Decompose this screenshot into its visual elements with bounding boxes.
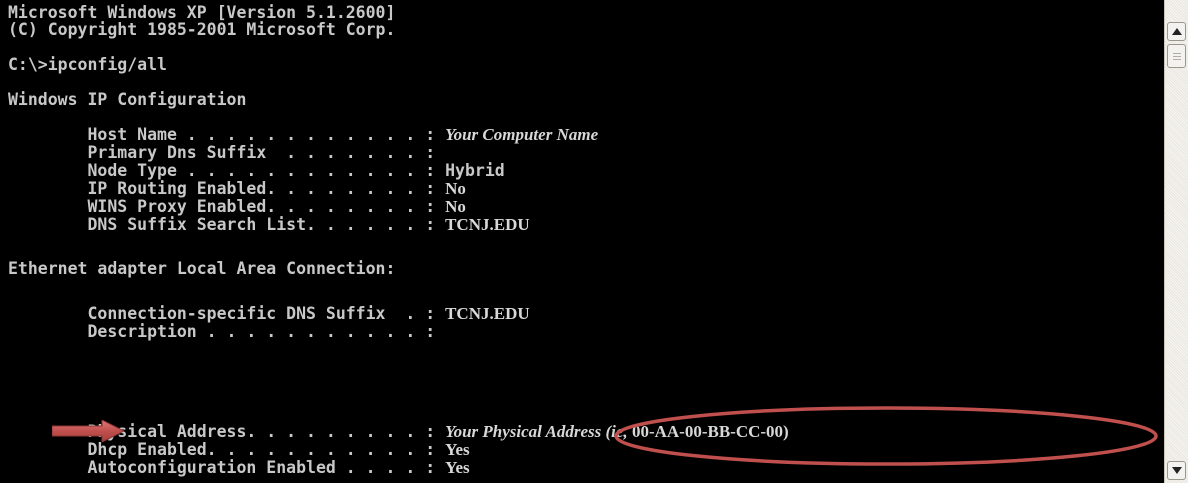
row-value: TCNJ.EDU <box>445 215 530 234</box>
thumb-grip-line <box>1173 59 1181 60</box>
row-key: Node Type . . . . . . . . . . . . : <box>8 161 446 180</box>
row-key: Autoconfiguration Enabled . . . . : <box>8 458 446 477</box>
right-arrow-icon <box>52 420 124 442</box>
scroll-up-button[interactable] <box>1167 22 1186 41</box>
command-line: C:\>ipconfig/all <box>8 55 167 74</box>
row-value-italic: Your Physical Address (ie, <box>445 422 632 441</box>
row-key: Host Name . . . . . . . . . . . . : <box>8 125 446 144</box>
vertical-scrollbar[interactable] <box>1164 0 1188 483</box>
ip-row-node-type: Node Type . . . . . . . . . . . . : Hybr… <box>8 161 505 180</box>
row-value: TCNJ.EDU <box>445 304 530 323</box>
ip-row-host-name: Host Name . . . . . . . . . . . . : Your… <box>8 126 598 144</box>
row-key: DNS Suffix Search List. . . . . . : <box>8 215 446 234</box>
scroll-thumb[interactable] <box>1167 44 1186 68</box>
row-key: Primary Dns Suffix . . . . . . . : <box>8 143 446 162</box>
row-key: Dhcp Enabled. . . . . . . . . . . : <box>8 440 446 459</box>
eth-row-connection-dns-suffix: Connection-specific DNS Suffix . : TCNJ.… <box>8 304 530 323</box>
highlight-ellipse <box>614 406 1158 466</box>
ip-row-wins-proxy: WINS Proxy Enabled. . . . . . . . : No <box>8 197 466 216</box>
row-value: No <box>445 179 466 198</box>
eth-row-description: Description . . . . . . . . . . . : <box>8 323 445 341</box>
row-value: Yes <box>445 440 470 459</box>
row-value: Your Computer Name <box>445 125 599 144</box>
scroll-down-button[interactable] <box>1167 461 1186 480</box>
chevron-up-icon <box>1172 28 1182 35</box>
row-key: Connection-specific DNS Suffix . : <box>8 304 446 323</box>
ip-row-dns-suffix-search: DNS Suffix Search List. . . . . . : TCNJ… <box>8 215 530 234</box>
chevron-down-icon <box>1172 467 1182 474</box>
row-key: IP Routing Enabled. . . . . . . . : <box>8 179 446 198</box>
thumb-grip-line <box>1173 56 1181 57</box>
command-prompt-window: Microsoft Windows XP [Version 5.1.2600] … <box>0 0 1188 483</box>
section-ethernet-adapter: Ethernet adapter Local Area Connection: <box>8 259 396 278</box>
eth-row-autoconfiguration: Autoconfiguration Enabled . . . . : Yes <box>8 458 470 477</box>
row-key: Description . . . . . . . . . . . : <box>8 322 446 341</box>
ip-row-ip-routing: IP Routing Enabled. . . . . . . . : No <box>8 179 466 198</box>
row-value: No <box>445 197 466 216</box>
ip-row-primary-dns-suffix: Primary Dns Suffix . . . . . . . : <box>8 144 445 162</box>
row-key: WINS Proxy Enabled. . . . . . . . : <box>8 197 446 216</box>
thumb-grip-line <box>1173 53 1181 54</box>
row-value: Yes <box>445 458 470 477</box>
console-output: Microsoft Windows XP [Version 5.1.2600] … <box>0 0 1164 483</box>
section-ip-configuration: Windows IP Configuration <box>8 90 247 109</box>
row-value: Hybrid <box>445 161 505 180</box>
header-line-copyright: (C) Copyright 1985-2001 Microsoft Corp. <box>8 20 396 39</box>
eth-row-dhcp-enabled: Dhcp Enabled. . . . . . . . . . . : Yes <box>8 440 470 459</box>
